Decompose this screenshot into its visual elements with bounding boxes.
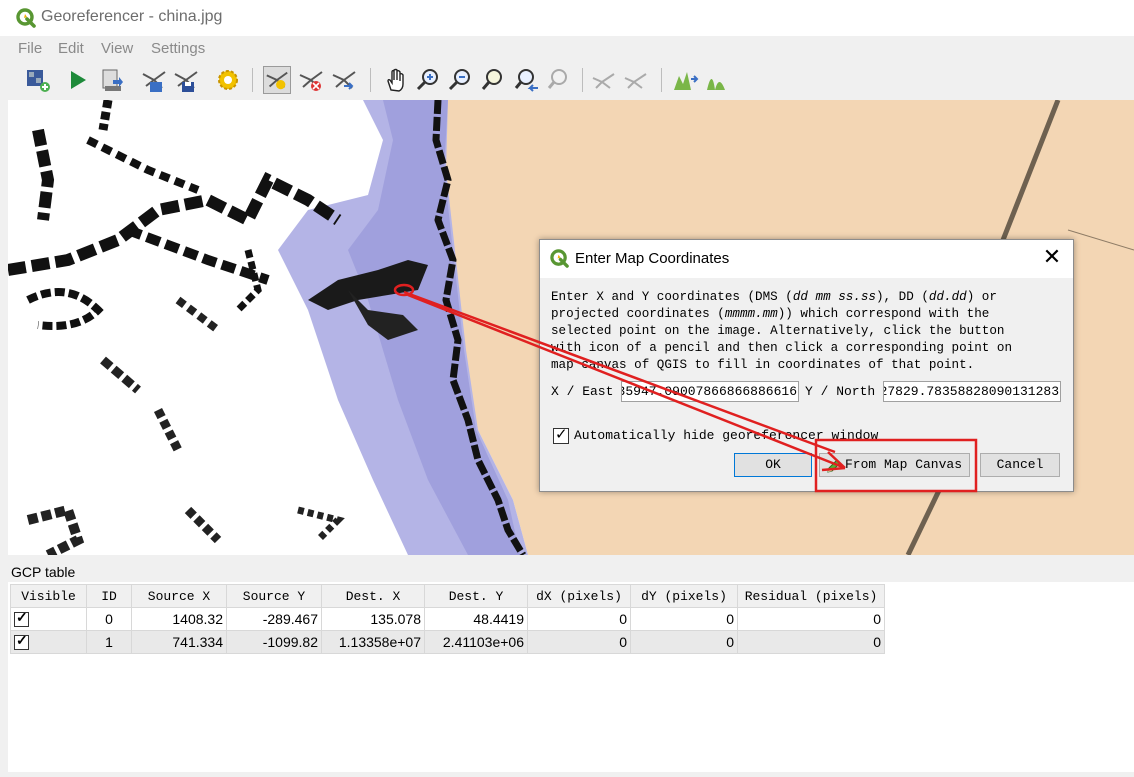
toolbar	[8, 62, 1134, 100]
column-header[interactable]: Visible	[10, 584, 87, 608]
full-histogram-stretch-icon[interactable]	[671, 66, 699, 94]
column-header[interactable]: Residual (pixels)	[737, 584, 885, 608]
dialog-instructions: Enter X and Y coordinates (DMS (dd mm ss…	[551, 290, 1013, 372]
open-raster-icon[interactable]	[24, 66, 52, 94]
pencil-icon	[827, 459, 841, 473]
x-east-input[interactable]: 11335947.09007866866886616	[621, 381, 799, 402]
menu-settings[interactable]: Settings	[151, 40, 205, 57]
enter-map-coordinates-dialog[interactable]: Enter Map Coordinates ✕ Enter X and Y co…	[539, 239, 1074, 492]
column-header[interactable]: Dest. X	[321, 584, 425, 608]
dy-cell: 0	[630, 630, 738, 654]
menu-file[interactable]: File	[18, 40, 42, 57]
settings-icon[interactable]	[214, 66, 242, 94]
dest-y-cell[interactable]: 2.41103e+06	[424, 630, 528, 654]
menu-view[interactable]: View	[101, 40, 133, 57]
visible-checkbox[interactable]	[14, 632, 29, 651]
generate-script-icon[interactable]	[98, 66, 126, 94]
column-header[interactable]: Dest. Y	[424, 584, 528, 608]
toolbar-separator	[582, 68, 583, 92]
dialog-header: Enter Map Coordinates ✕	[540, 240, 1073, 278]
link-georef-to-qgis-icon[interactable]	[590, 66, 618, 94]
zoom-to-layer-icon[interactable]	[479, 66, 507, 94]
dx-cell: 0	[527, 607, 631, 631]
gcp-table-title: GCP table	[11, 564, 76, 580]
column-header[interactable]: Source Y	[226, 584, 322, 608]
source-y-cell[interactable]: -289.467	[226, 607, 322, 631]
add-point-icon[interactable]	[263, 66, 291, 94]
auto-hide-label[interactable]: Automatically hide georeferencer window	[574, 428, 878, 443]
id-cell: 1	[86, 630, 132, 654]
dest-x-cell[interactable]: 135.078	[321, 607, 425, 631]
ok-button[interactable]: OK	[734, 453, 812, 477]
column-header[interactable]: ID	[86, 584, 132, 608]
delete-point-icon[interactable]	[297, 66, 325, 94]
source-x-cell[interactable]: 741.334	[131, 630, 227, 654]
toolbar-separator	[252, 68, 253, 92]
x-east-label: X / East	[551, 384, 614, 399]
link-qgis-to-georef-icon[interactable]	[622, 66, 650, 94]
title-bar: Georeferencer - china.jpg	[0, 0, 1134, 36]
zoom-in-icon[interactable]	[414, 66, 442, 94]
gcp-table[interactable]: Visible ID Source X Source Y Dest. X Des…	[10, 584, 885, 654]
column-header[interactable]: dY (pixels)	[630, 584, 738, 608]
visible-cell[interactable]	[10, 630, 87, 654]
close-icon[interactable]: ✕	[1040, 245, 1064, 269]
visible-checkbox[interactable]	[14, 609, 29, 628]
dialog-title: Enter Map Coordinates	[575, 250, 730, 267]
dest-y-cell[interactable]: 48.4419	[424, 607, 528, 631]
column-header[interactable]: dX (pixels)	[527, 584, 631, 608]
source-x-cell[interactable]: 1408.32	[131, 607, 227, 631]
table-row[interactable]: 1 741.334 -1099.82 1.13358e+07 2.41103e+…	[10, 630, 885, 654]
menu-bar: File Edit View Settings	[8, 36, 1134, 62]
visible-cell[interactable]	[10, 607, 87, 631]
y-north-label: Y / North	[805, 384, 876, 399]
dx-cell: 0	[527, 630, 631, 654]
qgis-logo-icon	[550, 249, 569, 268]
save-gcp-icon[interactable]	[172, 66, 200, 94]
column-header[interactable]: Source X	[131, 584, 227, 608]
dy-cell: 0	[630, 607, 738, 631]
window-title: Georeferencer - china.jpg	[41, 8, 223, 25]
load-gcp-icon[interactable]	[140, 66, 168, 94]
source-y-cell[interactable]: -1099.82	[226, 630, 322, 654]
zoom-out-icon[interactable]	[446, 66, 474, 94]
status-bar	[0, 772, 1134, 777]
toolbar-separator	[370, 68, 371, 92]
menu-edit[interactable]: Edit	[58, 40, 84, 57]
table-row[interactable]: 0 1408.32 -289.467 135.078 48.4419 0 0 0	[10, 607, 885, 631]
zoom-last-icon[interactable]	[513, 66, 541, 94]
pan-icon[interactable]	[382, 66, 410, 94]
from-map-canvas-label: From Map Canvas	[844, 457, 963, 472]
auto-hide-checkbox[interactable]	[553, 425, 569, 444]
zoom-next-icon[interactable]	[546, 66, 574, 94]
id-cell: 0	[86, 607, 132, 631]
y-north-input[interactable]: 2411027829.78358828090131283	[883, 381, 1061, 402]
toolbar-separator	[661, 68, 662, 92]
local-histogram-stretch-icon[interactable]	[703, 66, 731, 94]
qgis-logo-icon	[16, 8, 36, 28]
dest-x-cell[interactable]: 1.13358e+07	[321, 630, 425, 654]
residual-cell: 0	[737, 607, 885, 631]
cancel-button[interactable]: Cancel	[980, 453, 1060, 477]
residual-cell: 0	[737, 630, 885, 654]
move-point-icon[interactable]	[330, 66, 358, 94]
start-georeferencing-icon[interactable]	[64, 66, 92, 94]
from-map-canvas-button[interactable]: From Map Canvas	[819, 453, 970, 477]
